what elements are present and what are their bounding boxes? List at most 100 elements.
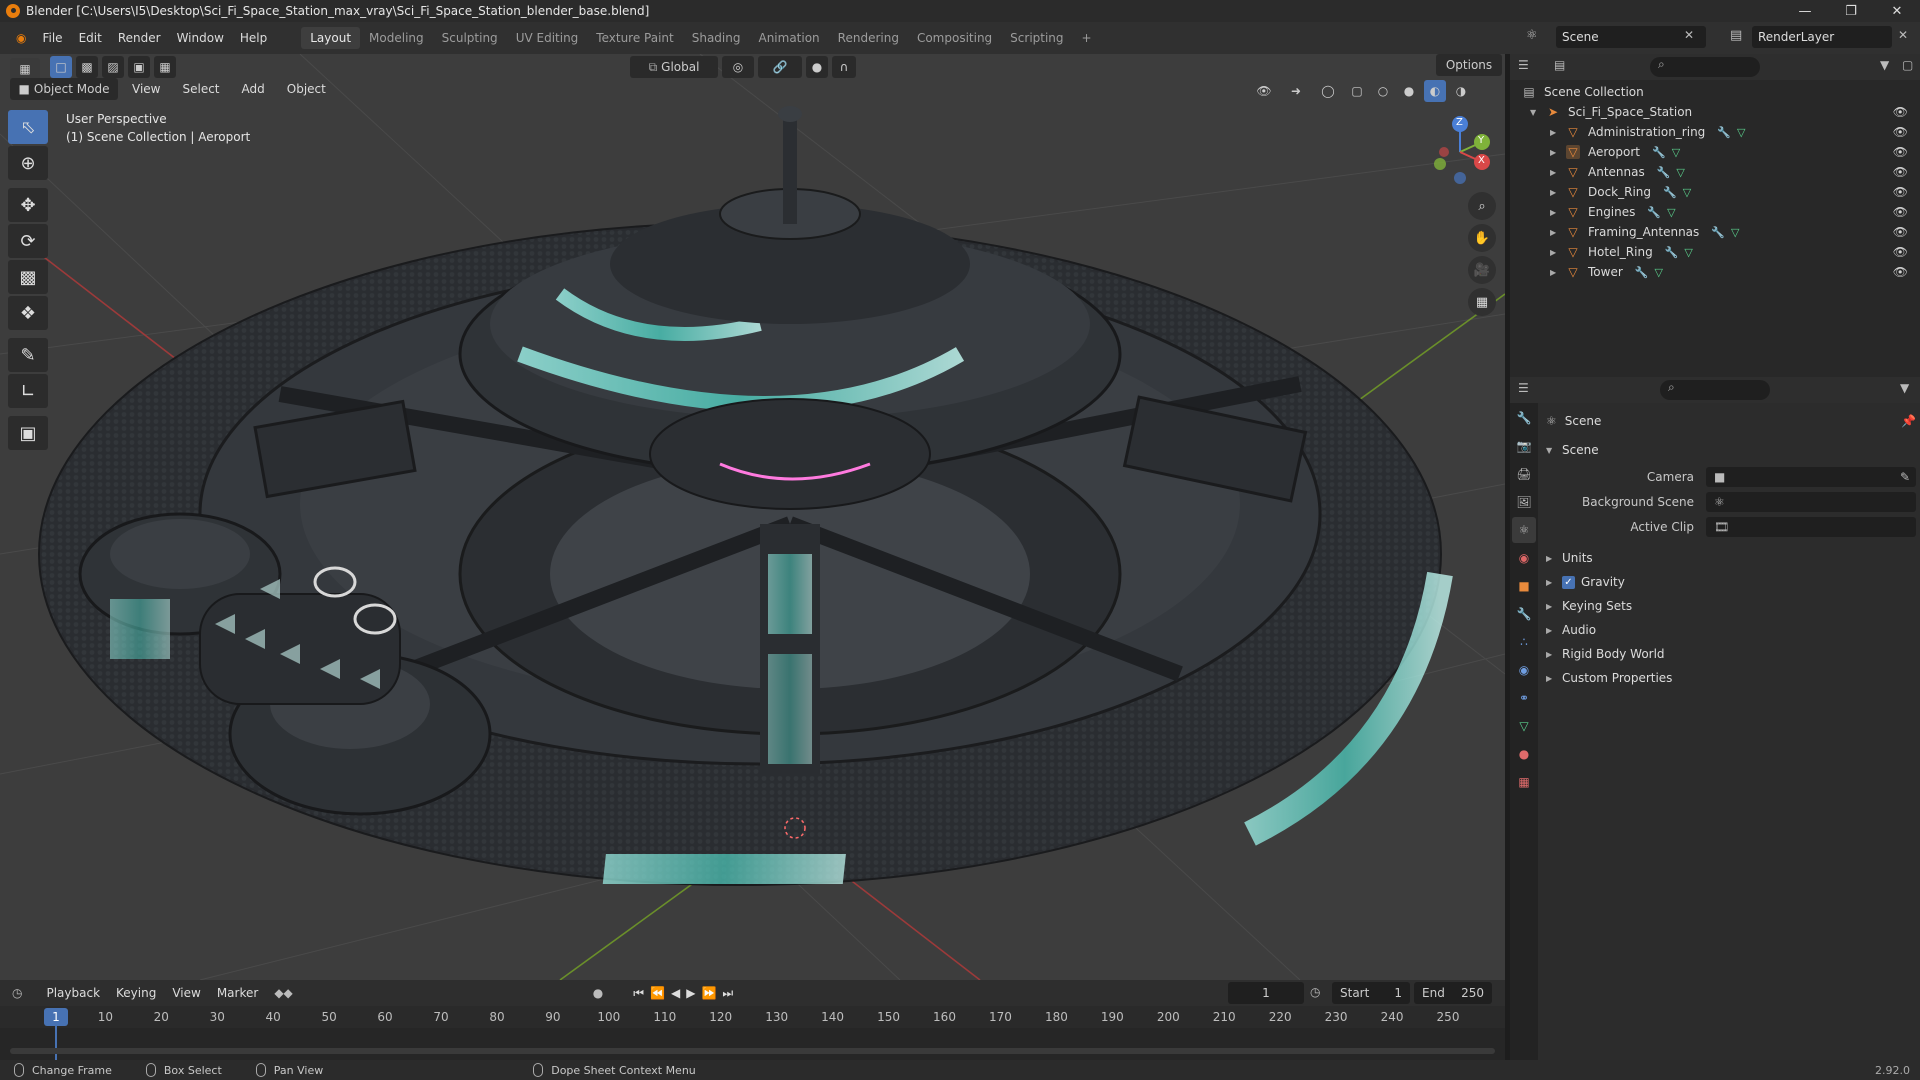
timeline-scrollbar[interactable] bbox=[10, 1048, 1495, 1054]
frame-ruler[interactable]: 10 20 30 40 50 60 70 80 90 100 110 120 130 140 150 160 1… bbox=[0, 1006, 1505, 1028]
timeline-editor-icon[interactable]: ◷ bbox=[12, 986, 22, 1000]
render-tab-icon[interactable]: 📷 bbox=[1512, 433, 1536, 459]
select-box-tool-icon[interactable]: ⬁ bbox=[8, 110, 48, 144]
render-layer-icon[interactable]: ▤ bbox=[1730, 28, 1742, 43]
xray-icon[interactable]: ▢ bbox=[1346, 80, 1368, 102]
visibility-eye-icon[interactable]: 👁 bbox=[1893, 265, 1908, 279]
mesh-data-icon[interactable]: ▽ bbox=[1683, 186, 1691, 199]
menu-render[interactable]: Render bbox=[110, 27, 169, 49]
outliner-item-antennas[interactable]: ▶ ▽ Antennas 🔧 ▽ 👁 bbox=[1522, 162, 1918, 182]
minimize-button[interactable]: — bbox=[1782, 0, 1828, 22]
zoom-icon[interactable]: ⌕ bbox=[1468, 192, 1496, 220]
add-workspace-button[interactable]: + bbox=[1073, 27, 1101, 49]
mesh-data-icon[interactable]: ▽ bbox=[1684, 246, 1692, 259]
outliner-item-framing-antennas[interactable]: ▶ ▽ Framing_Antennas 🔧 ▽ 👁 bbox=[1522, 222, 1918, 242]
filter-icon[interactable]: ▼ bbox=[1880, 58, 1889, 72]
record-icon[interactable]: ● bbox=[593, 986, 603, 1000]
menu-playback[interactable]: Playback bbox=[38, 982, 108, 1004]
close-scene-icon[interactable]: ✕ bbox=[1684, 28, 1694, 42]
select-subtract-icon[interactable]: ▨ bbox=[102, 56, 124, 78]
keyframe-icon[interactable]: ◆◆ bbox=[274, 986, 292, 1000]
constraints-tab-icon[interactable]: ⚭ bbox=[1512, 685, 1536, 711]
tab-uv-editing[interactable]: UV Editing bbox=[507, 27, 588, 49]
display-mode-icon[interactable]: ▤ bbox=[1554, 58, 1565, 72]
expand-triangle-icon[interactable]: ▶ bbox=[1550, 128, 1560, 137]
collapse-triangle-icon[interactable]: ▼ bbox=[1530, 108, 1540, 117]
pin-icon[interactable]: 📌 bbox=[1901, 414, 1916, 428]
active-clip-field[interactable]: 🎞 bbox=[1706, 517, 1916, 537]
outliner-item-hotel-ring[interactable]: ▶ ▽ Hotel_Ring 🔧 ▽ 👁 bbox=[1522, 242, 1918, 262]
ortho-grid-icon[interactable]: ▦ bbox=[1468, 288, 1496, 316]
expand-triangle-icon[interactable]: ▶ bbox=[1550, 268, 1560, 277]
space-station-model[interactable] bbox=[38, 106, 1453, 886]
modifier-wrench-icon[interactable]: 🔧 bbox=[1663, 186, 1677, 199]
modifier-wrench-icon[interactable]: 🔧 bbox=[1711, 226, 1725, 239]
camera-field[interactable]: ■ ✎ bbox=[1706, 467, 1916, 487]
pan-hand-icon[interactable]: ✋ bbox=[1468, 224, 1496, 252]
wireframe-shading-icon[interactable]: ○ bbox=[1372, 80, 1394, 102]
menu-select[interactable]: Select bbox=[174, 78, 227, 100]
outliner-editor-icon[interactable]: ☰ bbox=[1518, 58, 1529, 72]
particles-tab-icon[interactable]: ∴ bbox=[1512, 629, 1536, 655]
outliner-item-engines[interactable]: ▶ ▽ Engines 🔧 ▽ 👁 bbox=[1522, 202, 1918, 222]
menu-timeline-view[interactable]: View bbox=[164, 982, 208, 1004]
tab-rendering[interactable]: Rendering bbox=[829, 27, 908, 49]
scale-tool-icon[interactable]: ▩ bbox=[8, 260, 48, 294]
proportional-editing-icon[interactable]: ● bbox=[806, 56, 828, 78]
material-shading-icon[interactable]: ◐ bbox=[1424, 80, 1446, 102]
visibility-eye-icon[interactable]: 👁 bbox=[1893, 125, 1908, 139]
panel-units[interactable]: ▶ Units bbox=[1546, 546, 1916, 570]
visibility-eye-icon[interactable]: 👁 bbox=[1893, 165, 1908, 179]
mesh-data-icon[interactable]: ▽ bbox=[1676, 166, 1684, 179]
camera-view-icon[interactable]: 🎥 bbox=[1468, 256, 1496, 284]
modifier-wrench-icon[interactable]: 🔧 bbox=[1647, 206, 1661, 219]
object-tab-icon[interactable]: ■ bbox=[1512, 573, 1536, 599]
panel-audio[interactable]: ▶ Audio bbox=[1546, 618, 1916, 642]
output-tab-icon[interactable]: 🖨 bbox=[1512, 461, 1536, 487]
tab-scripting[interactable]: Scripting bbox=[1001, 27, 1072, 49]
menu-marker[interactable]: Marker bbox=[209, 982, 266, 1004]
expand-triangle-icon[interactable]: ▶ bbox=[1550, 248, 1560, 257]
overlay-toggle-icon[interactable]: ◯ bbox=[1314, 80, 1342, 102]
world-tab-icon[interactable]: ◉ bbox=[1512, 545, 1536, 571]
texture-tab-icon[interactable]: ▦ bbox=[1512, 769, 1536, 795]
background-scene-field[interactable]: ⚛ bbox=[1706, 492, 1916, 512]
close-window-button[interactable]: ✕ bbox=[1874, 0, 1920, 22]
panel-keying-sets[interactable]: ▶ Keying Sets bbox=[1546, 594, 1916, 618]
blender-menu-icon[interactable]: ◉ bbox=[8, 27, 34, 49]
physics-tab-icon[interactable]: ◉ bbox=[1512, 657, 1536, 683]
move-tool-icon[interactable]: ✥ bbox=[8, 188, 48, 222]
visibility-eye-icon[interactable]: 👁 bbox=[1893, 105, 1908, 119]
tool-tab-icon[interactable]: 🔧 bbox=[1512, 405, 1536, 431]
pivot-icon[interactable]: ◎ bbox=[722, 56, 754, 78]
outliner-search-input[interactable]: ⌕ bbox=[1650, 57, 1760, 77]
scene-tab-icon[interactable]: ⚛ bbox=[1512, 517, 1536, 543]
menu-help[interactable]: Help bbox=[232, 27, 275, 49]
outliner-item-aeroport[interactable]: ▶ ▽ Aeroport 🔧 ▽ 👁 bbox=[1522, 142, 1918, 162]
3d-viewport[interactable] bbox=[0, 54, 1505, 980]
outliner-item-tower[interactable]: ▶ ▽ Tower 🔧 ▽ 👁 bbox=[1522, 262, 1918, 282]
new-collection-icon[interactable]: ▢ bbox=[1902, 58, 1913, 72]
navigation-gizmo[interactable]: Z Y X bbox=[1420, 112, 1500, 192]
tab-shading[interactable]: Shading bbox=[683, 27, 750, 49]
transform-tool-icon[interactable]: ❖ bbox=[8, 296, 48, 330]
tab-compositing[interactable]: Compositing bbox=[908, 27, 1001, 49]
select-extend-icon[interactable]: ▩ bbox=[76, 56, 98, 78]
visibility-eye-icon[interactable]: 👁 bbox=[1893, 205, 1908, 219]
falloff-icon[interactable]: ∩ bbox=[832, 56, 856, 78]
modifier-wrench-icon[interactable]: 🔧 bbox=[1717, 126, 1731, 139]
visibility-eye-icon[interactable]: 👁 bbox=[1893, 225, 1908, 239]
select-new-icon[interactable]: □ bbox=[50, 56, 72, 78]
eyedropper-icon[interactable]: ✎ bbox=[1900, 470, 1910, 484]
expand-triangle-icon[interactable]: ▶ bbox=[1550, 188, 1560, 197]
select-intersect-icon[interactable]: ▦ bbox=[154, 56, 176, 78]
options-dropdown[interactable]: Options bbox=[1436, 54, 1502, 76]
current-frame-field[interactable]: 1 bbox=[1228, 982, 1304, 1004]
playback-controls[interactable]: ⏮⏪◀▶⏩⏭ bbox=[633, 986, 739, 1001]
rotate-tool-icon[interactable]: ⟳ bbox=[8, 224, 48, 258]
orientation-dropdown[interactable]: ⧉ Global bbox=[630, 56, 718, 78]
menu-keying[interactable]: Keying bbox=[108, 982, 164, 1004]
properties-editor-icon[interactable]: ☰ bbox=[1518, 381, 1529, 395]
menu-object[interactable]: Object bbox=[279, 78, 334, 100]
select-invert-icon[interactable]: ▣ bbox=[128, 56, 150, 78]
